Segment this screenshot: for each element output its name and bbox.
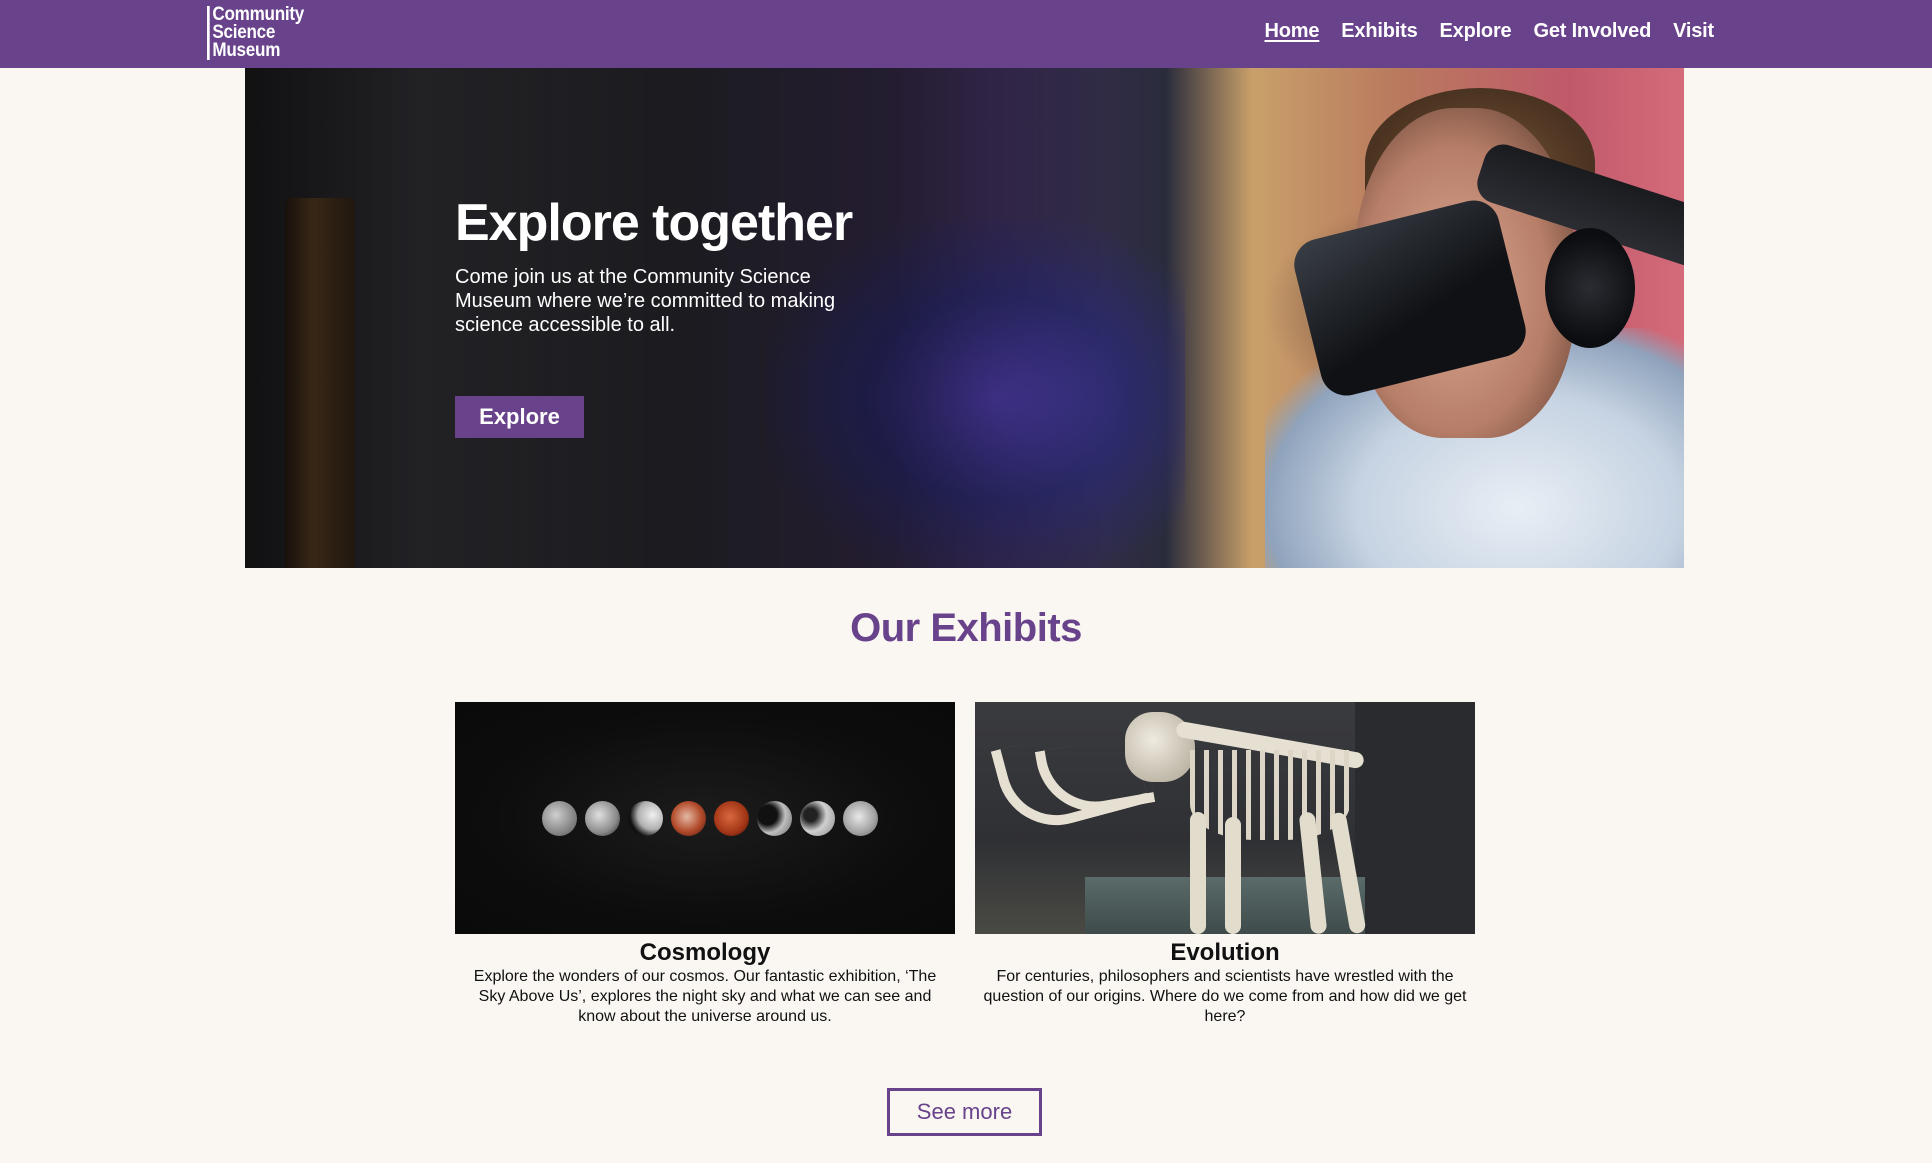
moon-phase [714,801,749,836]
museum-wall [1355,702,1475,934]
nav-link-home[interactable]: Home [1265,20,1320,43]
exhibit-card-description: For centuries, philosophers and scientis… [983,968,1467,1025]
explore-button[interactable]: Explore [455,396,584,438]
nav-link-explore[interactable]: Explore [1440,20,1512,43]
ribs [1190,750,1350,840]
lunar-eclipse-image [455,702,955,934]
moon-phase [542,801,577,836]
exhibit-card-title: Cosmology [639,939,771,966]
logo-line-3: Museum [212,40,281,61]
moon-phase [843,801,878,836]
moon-phase [757,801,792,836]
hero-title: Explore together [455,194,853,252]
moon-phases [542,801,878,836]
hero-banner: Explore together Come join us at the Com… [245,68,1684,568]
moon-phase [671,801,706,836]
exhibit-card-description: Explore the wonders of our cosmos. Our f… [473,968,937,1025]
see-more-button[interactable]: See more [887,1088,1042,1136]
moon-phase [628,801,663,836]
leg-bone [1190,812,1206,934]
exhibit-card-evolution[interactable]: Evolution For centuries, philosophers an… [975,702,1475,1027]
top-navigation-bar: Community Science Museum Home Exhibits E… [0,0,1932,68]
hero-text-block: Explore together Come join us at the Com… [455,193,875,337]
nav-link-exhibits[interactable]: Exhibits [1341,20,1417,43]
moon-phase [800,801,835,836]
hero-subtitle: Come join us at the Community Science Mu… [455,266,836,336]
nav-link-get-involved[interactable]: Get Involved [1533,20,1651,43]
main-nav: Home Exhibits Explore Get Involved Visit [1265,20,1715,43]
nav-link-visit[interactable]: Visit [1673,20,1714,43]
mammoth-skeleton-image [975,702,1475,934]
exhibit-card-title: Evolution [1170,939,1280,966]
leg-bone [1225,817,1241,934]
exhibits-section-title: Our Exhibits [850,606,1082,650]
moon-phase [585,801,620,836]
exhibit-card-cosmology[interactable]: Cosmology Explore the wonders of our cos… [455,702,955,1027]
museum-logo[interactable]: Community Science Museum [207,5,304,61]
